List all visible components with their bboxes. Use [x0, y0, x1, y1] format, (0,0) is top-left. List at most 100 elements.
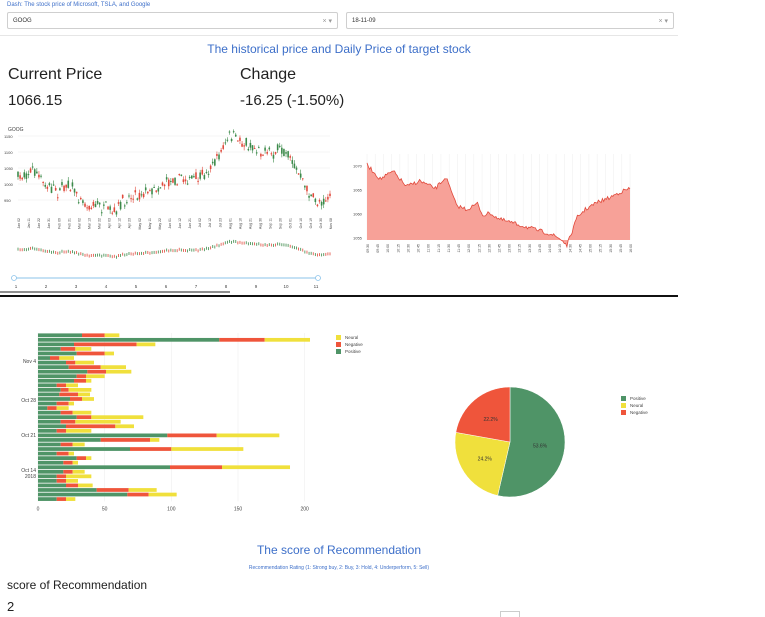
- slider-tick-label: 6: [165, 284, 168, 289]
- bar-segment-neural: [100, 365, 126, 369]
- candle-body: [182, 179, 185, 183]
- x-tick-label: 15:15: [599, 244, 603, 253]
- x-tick-label: 11:15: [437, 244, 441, 253]
- candle-body: [214, 159, 216, 166]
- clear-icon[interactable]: ×: [658, 18, 662, 25]
- x-tick-label: 16:00: [629, 244, 633, 253]
- range-slider-handle-left[interactable]: [11, 275, 17, 281]
- bar-segment-positive: [38, 360, 66, 365]
- chevron-down-icon[interactable]: ▾: [328, 18, 332, 25]
- bar-segment-negative: [47, 406, 57, 410]
- candle-body: [142, 193, 145, 198]
- y-tick-label: 1100: [4, 150, 13, 155]
- y-tick-label: 1000: [4, 182, 14, 187]
- candle-body: [71, 182, 74, 187]
- legend-label: Positive: [630, 396, 646, 401]
- candle-body: [329, 193, 331, 197]
- x-tick-label: 15:00: [589, 244, 593, 253]
- bar-segment-positive: [38, 479, 57, 483]
- change-label: Change: [240, 66, 297, 83]
- bar-segment-negative: [66, 483, 78, 488]
- bar-segment-positive: [38, 369, 88, 374]
- candle-body: [147, 191, 149, 194]
- bar-segment-negative: [60, 442, 73, 447]
- bar-segment-negative: [63, 460, 73, 465]
- bar-segment-negative: [56, 428, 66, 433]
- x-tick-label: Apr 23: [128, 218, 132, 228]
- chevron-down-icon[interactable]: ▾: [664, 18, 668, 25]
- x-tick-label: 12:45: [498, 244, 502, 253]
- candle-body: [50, 186, 53, 193]
- x-tick-label: Jan 11: [27, 218, 31, 228]
- candle-body: [180, 174, 183, 176]
- candle-body: [241, 143, 243, 147]
- candle-body: [109, 206, 111, 210]
- x-tick-label: 12:00: [467, 244, 471, 253]
- clear-icon[interactable]: ×: [322, 18, 326, 25]
- bar-segment-negative: [76, 351, 105, 356]
- y-tick-label: 950: [4, 198, 11, 203]
- candle-body: [308, 195, 310, 198]
- recommendation-subtitle: Recommendation Rating (1: Strong buy, 2:…: [248, 565, 430, 571]
- bar-segment-negative: [74, 378, 86, 383]
- legend-swatch: [336, 335, 341, 340]
- candle-body: [21, 177, 23, 180]
- candle-body: [281, 147, 283, 154]
- sentiment-bar-chart[interactable]: 0 50 100 150 200Nov 4Oct 28Oct 21Oct 142018N…: [0, 325, 390, 520]
- legend-label: Negative: [345, 342, 363, 347]
- candle-body: [144, 187, 147, 191]
- bar-segment-positive: [38, 401, 57, 406]
- bar-segment-positive: [38, 392, 60, 397]
- bar-segment-neural: [59, 356, 74, 360]
- bar-segment-positive: [38, 406, 48, 410]
- x-tick-label: Mar 02: [77, 218, 81, 229]
- candle-body: [31, 166, 34, 168]
- candle-body: [153, 186, 155, 188]
- candle-body: [92, 201, 95, 206]
- candle-body: [157, 188, 160, 192]
- header-link[interactable]: Dash: The stock price of Microsoft, TSLA…: [7, 2, 150, 8]
- bar-segment-neural: [86, 374, 105, 379]
- candle-body: [33, 169, 36, 176]
- candle-body: [90, 207, 93, 210]
- floating-tab[interactable]: [500, 611, 520, 617]
- candle-body: [36, 171, 38, 174]
- bar-segment-neural: [72, 460, 78, 465]
- bar-segment-positive: [38, 424, 66, 429]
- candle-body: [132, 198, 134, 200]
- candle-body: [103, 204, 105, 206]
- candle-body: [293, 163, 296, 169]
- bar-segment-negative: [96, 488, 129, 492]
- x-tick-label: Aug 10: [238, 218, 242, 229]
- candle-body: [40, 175, 42, 177]
- y-tick-label: Nov 4: [23, 359, 36, 365]
- x-tick-label: Apr 12: [118, 218, 122, 228]
- bar-segment-negative: [82, 333, 105, 338]
- candle-body: [327, 196, 329, 200]
- range-slider-handle-right[interactable]: [315, 275, 321, 281]
- bar-segment-negative: [56, 451, 69, 456]
- candle-body: [178, 174, 181, 176]
- intraday-area-chart[interactable]: 1070 1065 1060 105509:30 09:45 10:00 10:15 10:3…: [345, 140, 640, 270]
- candlestick-chart[interactable]: GOOG1150 1100 1050 1000 950 Jan 02 Jan 11 Jan 2…: [0, 118, 345, 293]
- x-tick-label: 11:30: [447, 244, 451, 253]
- stock-dropdown[interactable]: GOOG × ▾: [7, 12, 338, 29]
- top-divider: [0, 35, 678, 36]
- bar-segment-neural: [68, 401, 74, 406]
- bar-segment-negative: [56, 497, 66, 501]
- candle-body: [218, 154, 220, 160]
- x-tick-label: May 02: [138, 218, 142, 230]
- date-dropdown[interactable]: 18-11-09 × ▾: [346, 12, 674, 29]
- bar-segment-positive: [38, 492, 128, 497]
- x-tick-label: May 22: [158, 218, 162, 230]
- sentiment-pie-chart[interactable]: 53.6% 24.2% 22.2% Positive Neural Negative: [440, 380, 700, 510]
- bar-segment-negative: [68, 365, 101, 369]
- candle-body: [222, 145, 225, 149]
- score-value: 2: [7, 599, 15, 614]
- candle-body: [100, 212, 103, 214]
- candle-body: [274, 152, 277, 154]
- candle-body: [119, 201, 122, 210]
- y-tick-label: 1050: [4, 166, 14, 171]
- date-dropdown-value: 18-11-09: [352, 18, 376, 24]
- candle-body: [25, 173, 28, 179]
